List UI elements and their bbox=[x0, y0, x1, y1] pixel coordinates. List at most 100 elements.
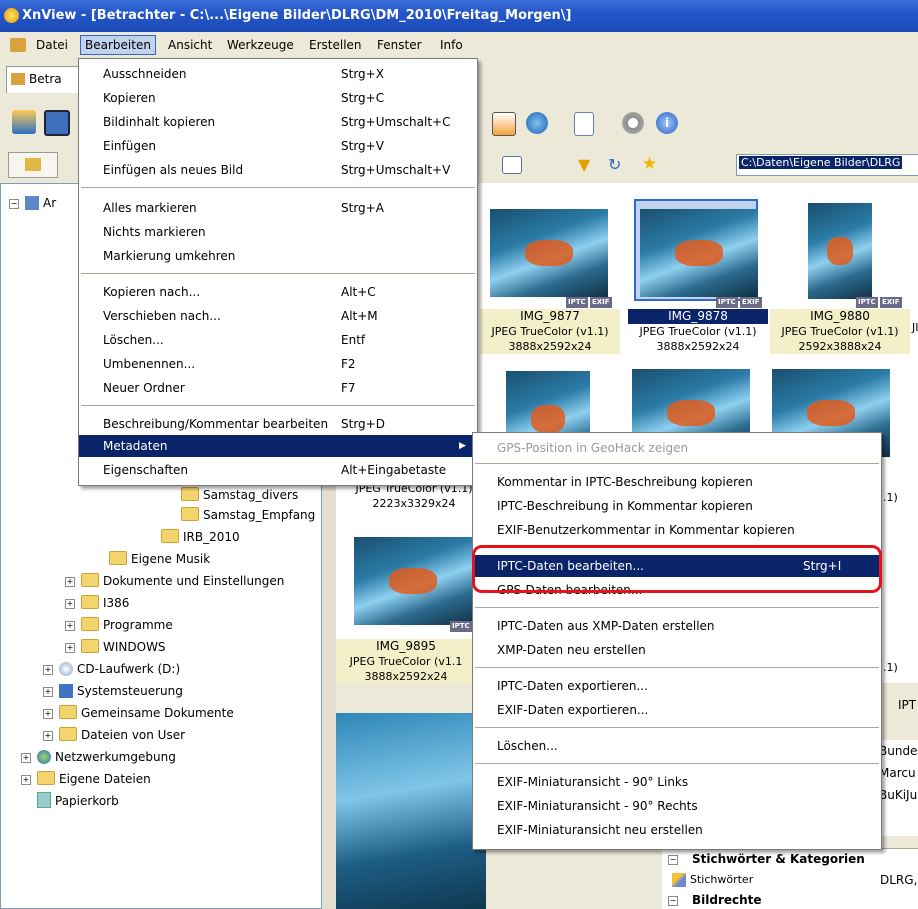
tree-node-irb-2010[interactable]: IRB_2010 bbox=[161, 528, 240, 546]
menu-item-kopieren[interactable]: Kopieren Strg+C bbox=[79, 87, 477, 109]
app-logo-icon bbox=[4, 8, 19, 23]
folder-icon bbox=[181, 507, 199, 521]
menu-item-iptc-exportieren[interactable]: IPTC-Daten exportieren... bbox=[473, 675, 881, 697]
menu-item-bildinhalt-kopieren[interactable]: Bildinhalt kopieren Strg+Umschalt+C bbox=[79, 111, 477, 133]
iptc-badge: IPTC bbox=[450, 621, 472, 632]
menu-info[interactable]: Info bbox=[436, 36, 467, 54]
menu-item-einfuegen-neues-bild[interactable]: Einfügen als neues Bild Strg+Umschalt+V bbox=[79, 159, 477, 181]
tree-node-netzwerkumgebung[interactable]: + Netzwerkumgebung bbox=[21, 748, 176, 766]
menu-separator bbox=[475, 763, 879, 764]
menu-item-exif-90-rechts[interactable]: EXIF-Miniaturansicht - 90° Rechts bbox=[473, 795, 881, 817]
fullscreen-icon[interactable] bbox=[44, 110, 70, 136]
tree-node-programme[interactable]: + Programme bbox=[65, 616, 173, 634]
tree-node-samstag-divers[interactable]: Samstag_divers bbox=[181, 486, 298, 504]
path-value: C:\Daten\Eigene Bilder\DLRG bbox=[739, 156, 903, 169]
tree-node-i386[interactable]: + I386 bbox=[65, 594, 129, 612]
menu-item-loeschen[interactable]: Löschen... Entf bbox=[79, 329, 477, 351]
tree-node-papierkorb[interactable]: Papierkorb bbox=[37, 792, 119, 810]
menu-item-exif-exportieren[interactable]: EXIF-Daten exportieren... bbox=[473, 699, 881, 721]
thumbnail-img-9880[interactable]: IPTC EXIF IMG_9880 JPEG TrueColor (v1.1)… bbox=[770, 193, 912, 354]
folder-icon bbox=[161, 529, 179, 543]
open-image-icon[interactable] bbox=[12, 110, 36, 134]
title-bar: XnView - [Betrachter - C:\...\Eigene Bil… bbox=[0, 0, 918, 32]
control-panel-icon bbox=[59, 684, 73, 698]
menu-item-gps-geohack[interactable]: GPS-Position in GeoHack zeigen bbox=[473, 437, 881, 459]
tab-betrachter[interactable]: Betra bbox=[6, 66, 88, 93]
tree-node-eigene-musik[interactable]: Eigene Musik bbox=[109, 550, 210, 568]
info-icon[interactable]: i bbox=[656, 112, 678, 134]
tree-node-windows[interactable]: + WINDOWS bbox=[65, 638, 166, 656]
menu-item-alles-markieren[interactable]: Alles markieren Strg+A bbox=[79, 197, 477, 219]
thumbnail-img-9895[interactable]: IPTC IMG_9895 JPEG TrueColor (v1.1 3888x… bbox=[336, 523, 478, 684]
iptc-tab[interactable]: IPT bbox=[898, 698, 916, 712]
filter-icon[interactable]: ▼ bbox=[578, 155, 594, 174]
favorite-star-icon[interactable]: ★ bbox=[642, 154, 660, 174]
menu-item-exif-90-links[interactable]: EXIF-Miniaturansicht - 90° Links bbox=[473, 771, 881, 793]
menu-item-beschreibung-bearbeiten[interactable]: Beschreibung/Kommentar bearbeiten Strg+D bbox=[79, 413, 477, 435]
menu-separator bbox=[475, 667, 879, 668]
menu-item-metadaten[interactable]: Metadaten ▶ bbox=[79, 435, 477, 457]
menu-item-nichts-markieren[interactable]: Nichts markieren bbox=[79, 221, 477, 243]
tree-node-dokumente[interactable]: + Dokumente und Einstellungen bbox=[65, 572, 284, 590]
view-mode-icon[interactable] bbox=[502, 156, 522, 174]
info-row-keywords[interactable]: Stichwörter DLRG, bbox=[662, 870, 918, 892]
menu-item-kommentar-in-iptc[interactable]: Kommentar in IPTC-Beschreibung kopieren bbox=[473, 471, 881, 493]
folder-icon bbox=[181, 487, 199, 501]
folders-button[interactable] bbox=[8, 152, 58, 178]
exif-badge: EXIF bbox=[880, 297, 902, 308]
menu-bearbeiten[interactable]: Bearbeiten bbox=[80, 35, 156, 55]
tree-node-arbeitsplatz[interactable]: − Ar bbox=[9, 194, 56, 212]
slideshow-icon[interactable] bbox=[492, 112, 516, 136]
folder-icon bbox=[81, 639, 99, 653]
metadata-submenu: GPS-Position in GeoHack zeigen Kommentar… bbox=[472, 432, 882, 850]
window-title: XnView - [Betrachter - C:\...\Eigene Bil… bbox=[22, 8, 572, 23]
menu-item-exif-kommentar[interactable]: EXIF-Benutzerkommentar in Kommentar kopi… bbox=[473, 519, 881, 541]
menu-item-exif-neu[interactable]: EXIF-Miniaturansicht neu erstellen bbox=[473, 819, 881, 841]
refresh-icon[interactable]: ↻ bbox=[608, 155, 626, 174]
tree-node-dateien-von-user[interactable]: + Dateien von User bbox=[43, 726, 185, 744]
tree-node-eigene-dateien[interactable]: + Eigene Dateien bbox=[21, 770, 151, 788]
contact-sheet-icon[interactable] bbox=[574, 112, 594, 136]
info-section-rights: − Bildrechte bbox=[662, 892, 918, 909]
settings-gear-icon[interactable] bbox=[622, 112, 644, 134]
menu-separator bbox=[81, 273, 475, 274]
folders-icon bbox=[25, 158, 41, 171]
menu-item-kopieren-nach[interactable]: Kopieren nach... Alt+C bbox=[79, 281, 477, 303]
menu-fenster[interactable]: Fenster bbox=[373, 36, 426, 54]
music-folder-icon bbox=[109, 551, 127, 565]
tree-node-systemsteuerung[interactable]: + Systemsteuerung bbox=[43, 682, 183, 700]
menu-separator bbox=[475, 607, 879, 608]
menu-separator bbox=[81, 187, 475, 188]
tree-node-samstag-empfang[interactable]: Samstag_Empfang bbox=[181, 506, 315, 524]
menu-erstellen[interactable]: Erstellen bbox=[305, 36, 366, 54]
menu-separator bbox=[475, 463, 879, 464]
submenu-arrow-icon: ▶ bbox=[459, 441, 466, 451]
web-icon[interactable] bbox=[526, 112, 548, 134]
menu-item-eigenschaften[interactable]: Eigenschaften Alt+Eingabetaste bbox=[79, 459, 477, 481]
tree-node-gemeinsame-dokumente[interactable]: + Gemeinsame Dokumente bbox=[43, 704, 234, 722]
folder-icon bbox=[81, 595, 99, 609]
cd-drive-icon bbox=[59, 662, 73, 676]
tree-node-cd-laufwerk[interactable]: + CD-Laufwerk (D:) bbox=[43, 660, 180, 678]
menu-item-xmp-neu[interactable]: XMP-Daten neu erstellen bbox=[473, 639, 881, 661]
menu-werkzeuge[interactable]: Werkzeuge bbox=[223, 36, 298, 54]
menu-datei[interactable]: Datei bbox=[32, 36, 72, 54]
menu-item-verschieben-nach[interactable]: Verschieben nach... Alt+M bbox=[79, 305, 477, 327]
image-preview bbox=[336, 713, 486, 909]
edit-menu: Ausschneiden Strg+X Kopieren Strg+C Bildin… bbox=[78, 58, 478, 486]
menu-ansicht[interactable]: Ansicht bbox=[164, 36, 216, 54]
menu-item-einfuegen[interactable]: Einfügen Strg+V bbox=[79, 135, 477, 157]
menu-item-markierung-umkehren[interactable]: Markierung umkehren bbox=[79, 245, 477, 267]
menu-separator bbox=[475, 727, 879, 728]
path-input[interactable]: C:\Daten\Eigene Bilder\DLRG bbox=[736, 154, 918, 176]
menu-item-iptc-aus-xmp[interactable]: IPTC-Daten aus XMP-Daten erstellen bbox=[473, 615, 881, 637]
menu-item-ausschneiden[interactable]: Ausschneiden Strg+X bbox=[79, 63, 477, 85]
thumbnail-caption-selected: IMG_9878 JPEG TrueColor (v1.1) 3888x2592… bbox=[628, 309, 768, 354]
thumbnail-img-9877[interactable]: IPTC EXIF IMG_9877 JPEG TrueColor (v1.1)… bbox=[478, 193, 620, 354]
iptc-badge: IPTC bbox=[716, 297, 738, 308]
menu-item-loeschen-meta[interactable]: Löschen... bbox=[473, 735, 881, 757]
menu-item-neuer-ordner[interactable]: Neuer Ordner F7 bbox=[79, 377, 477, 399]
menu-item-umbenennen[interactable]: Umbenennen... F2 bbox=[79, 353, 477, 375]
thumbnail-img-9878[interactable]: IPTC EXIF IMG_9878 JPEG TrueColor (v1.1)… bbox=[628, 193, 770, 354]
menu-item-iptc-in-kommentar[interactable]: IPTC-Beschreibung in Kommentar kopieren bbox=[473, 495, 881, 517]
